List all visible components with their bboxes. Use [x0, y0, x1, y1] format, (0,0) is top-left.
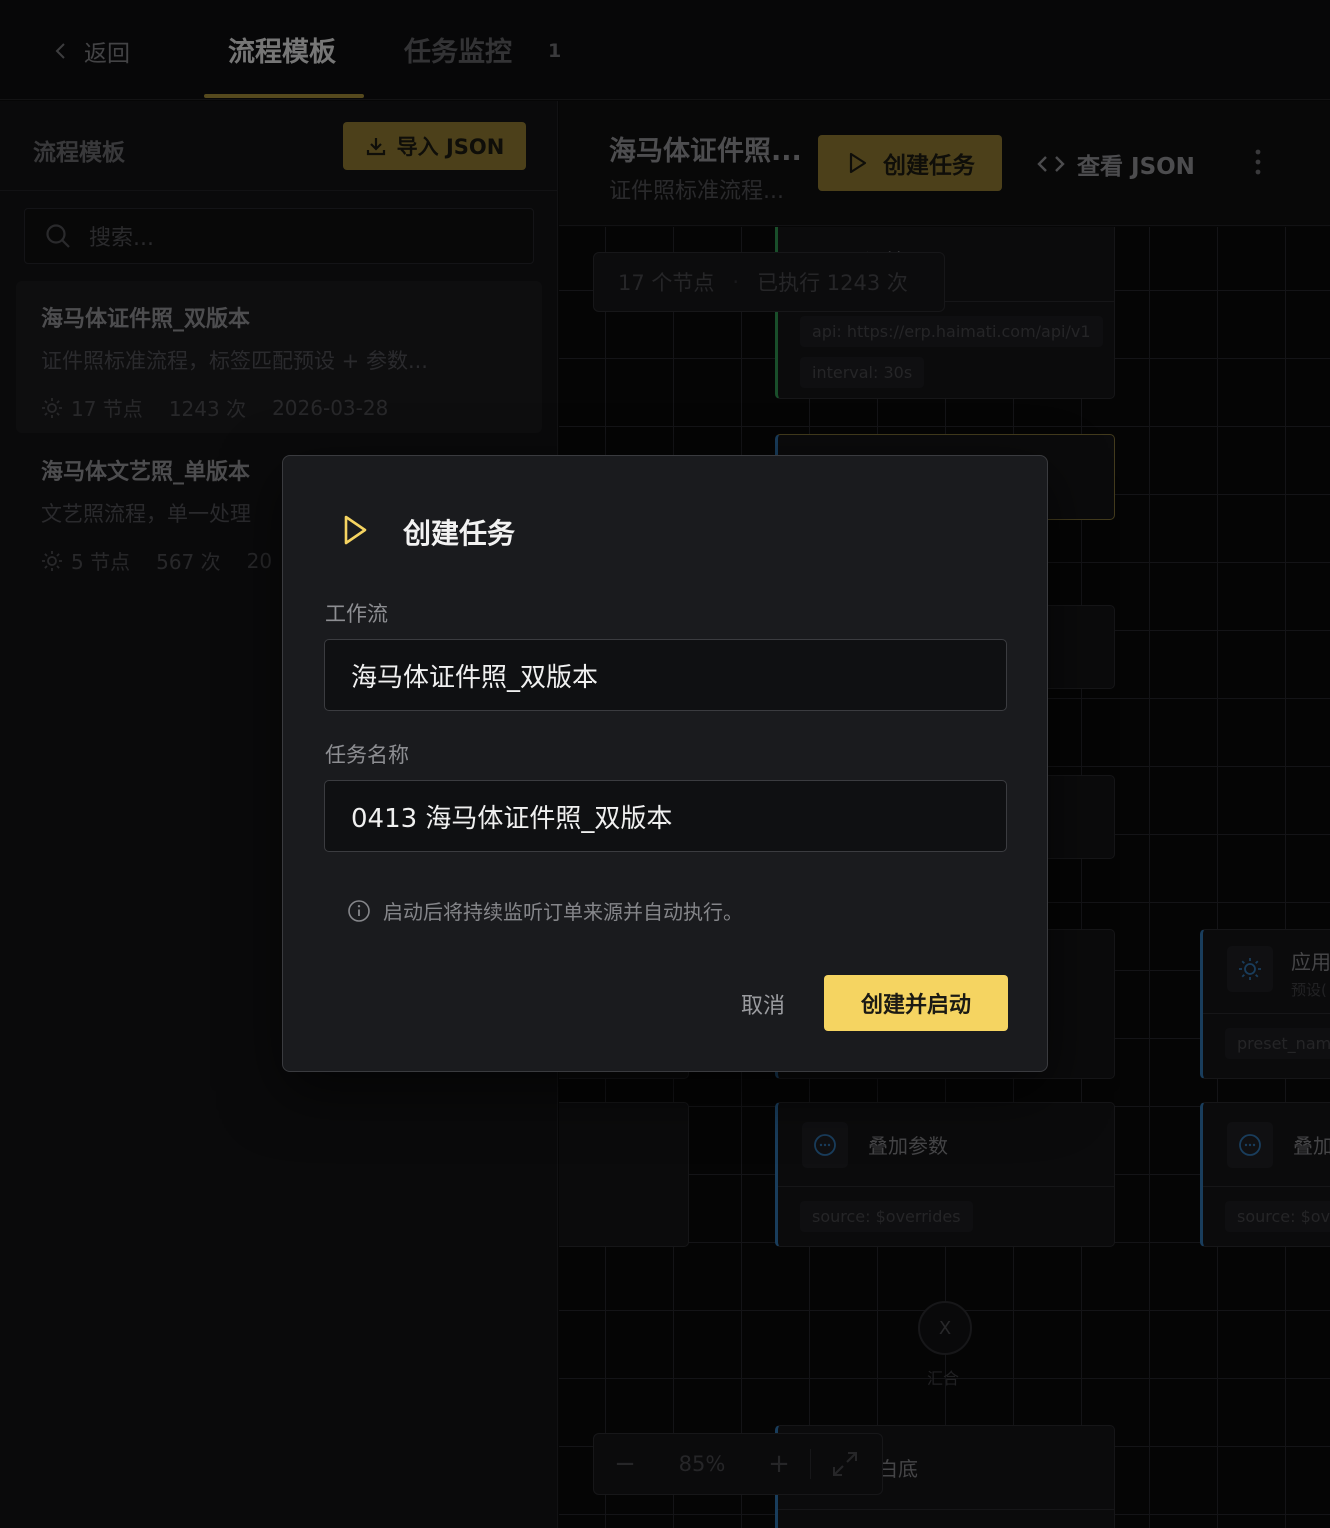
workflow-field[interactable]: 海马体证件照_双版本 [324, 639, 1007, 711]
workflow-field-label: 工作流 [325, 602, 388, 626]
info-icon [348, 899, 370, 922]
play-icon [344, 515, 367, 545]
task-name-label: 任务名称 [325, 743, 409, 767]
info-hint: 启动后将持续监听订单来源并自动执行。 [347, 896, 743, 925]
create-and-start-button[interactable]: 创建并启动 [824, 975, 1008, 1031]
cancel-button[interactable]: 取消 [713, 976, 813, 1032]
create-task-dialog: 创建任务 工作流 海马体证件照_双版本 任务名称 0413 海马体证件照_双版本… [282, 455, 1048, 1072]
dialog-title: 创建任务 [403, 517, 516, 550]
hint-text: 启动后将持续监听订单来源并自动执行。 [383, 900, 743, 924]
task-name-input[interactable]: 0413 海马体证件照_双版本 [324, 780, 1007, 852]
